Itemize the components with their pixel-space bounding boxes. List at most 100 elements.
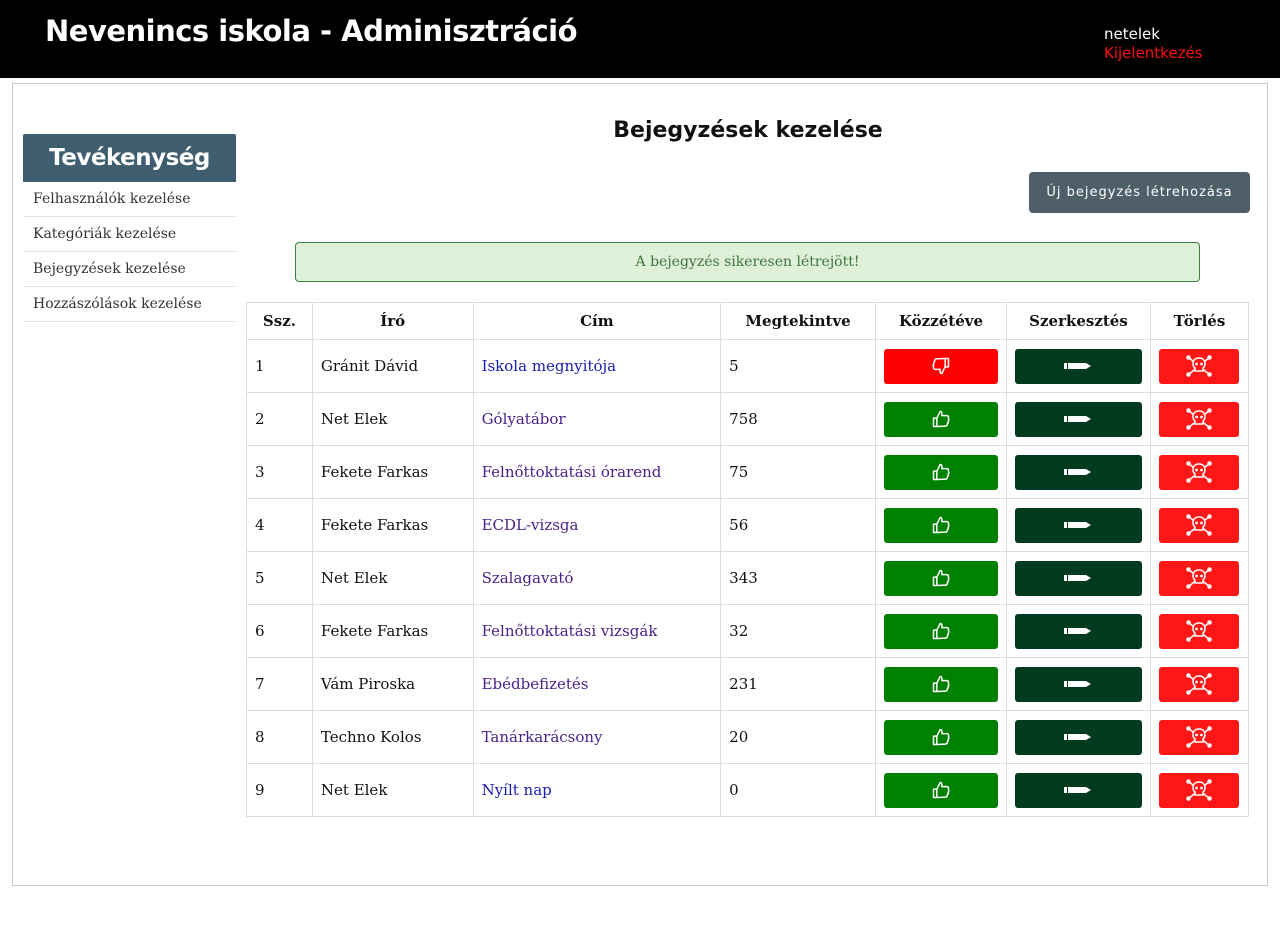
toggle-publish-button[interactable] — [883, 719, 998, 755]
edit-button[interactable] — [1014, 719, 1142, 755]
cell-published — [874, 551, 1007, 605]
pencil-icon — [1064, 785, 1092, 795]
cell-views: 32 — [720, 604, 876, 658]
col-header-author: Író — [311, 302, 474, 340]
cell-title: ECDL-vizsga — [472, 498, 722, 552]
cell-edit — [1005, 710, 1151, 764]
cell-author: Net Elek — [311, 392, 474, 446]
cell-author: Gránit Dávid — [311, 339, 474, 393]
toggle-publish-button[interactable] — [883, 772, 998, 808]
sidebar-item-posts[interactable]: Bejegyzések kezelése — [23, 252, 236, 287]
cell-title: Ebédbefizetés — [472, 657, 722, 711]
thumbs-up-icon — [931, 674, 951, 694]
cell-delete — [1149, 657, 1250, 711]
cell-views: 75 — [720, 445, 876, 499]
new-post-button[interactable]: Új bejegyzés létrehozása — [1029, 172, 1250, 213]
table-row: 4 Fekete Farkas ECDL-vizsga 56 — [246, 498, 1250, 552]
cell-delete — [1149, 763, 1250, 817]
cell-edit — [1005, 604, 1151, 658]
cell-title: Szalagavató — [472, 551, 722, 605]
delete-button[interactable] — [1159, 348, 1240, 384]
posts-table-body: 1 Gránit Dávid Iskola megnyitója 5 2 Net Elek… — [246, 339, 1250, 817]
table-row: 5 Net Elek Szalagavató 343 — [246, 551, 1250, 605]
sidebar-item-categories[interactable]: Kategóriák kezelése — [23, 217, 236, 252]
table-row: 7 Vám Piroska Ebédbefizetés 231 — [246, 657, 1250, 711]
thumbs-up-icon — [931, 515, 951, 535]
cell-author: Techno Kolos — [311, 710, 474, 764]
cell-delete — [1149, 339, 1250, 393]
edit-button[interactable] — [1014, 401, 1142, 437]
cell-num: 6 — [246, 604, 313, 658]
cell-published — [874, 392, 1007, 446]
sidebar-item-users[interactable]: Felhasználók kezelése — [23, 182, 236, 217]
cell-author: Net Elek — [311, 551, 474, 605]
post-title-link[interactable]: Iskola megnyitója — [482, 357, 617, 375]
edit-button[interactable] — [1014, 666, 1142, 702]
cell-delete — [1149, 604, 1250, 658]
edit-button[interactable] — [1014, 454, 1142, 490]
posts-table: Ssz. Író Cím Megtekintve Közzétéve Szerk… — [246, 302, 1250, 817]
col-header-title: Cím — [472, 302, 722, 340]
post-title-link[interactable]: ECDL-vizsga — [482, 516, 579, 534]
delete-button[interactable] — [1159, 719, 1240, 755]
edit-button[interactable] — [1014, 772, 1142, 808]
username: netelek — [1104, 25, 1160, 43]
cell-edit — [1005, 445, 1151, 499]
delete-button[interactable] — [1159, 666, 1240, 702]
sidebar-item-comments[interactable]: Hozzászólások kezelése — [23, 287, 236, 322]
post-title-link[interactable]: Felnőttoktatási vizsgák — [482, 622, 658, 640]
cell-title: Nyílt nap — [472, 763, 722, 817]
edit-button[interactable] — [1014, 613, 1142, 649]
toggle-publish-button[interactable] — [883, 613, 998, 649]
delete-button[interactable] — [1159, 560, 1240, 596]
toggle-publish-button[interactable] — [883, 454, 998, 490]
skull-crossbones-icon — [1186, 567, 1213, 589]
edit-button[interactable] — [1014, 560, 1142, 596]
thumbs-up-icon — [931, 621, 951, 641]
cell-published — [874, 657, 1007, 711]
logout-link[interactable]: Kijelentkezés — [1104, 44, 1202, 63]
delete-button[interactable] — [1159, 772, 1240, 808]
table-row: 9 Net Elek Nyílt nap 0 — [246, 763, 1250, 817]
post-title-link[interactable]: Tanárkarácsony — [482, 728, 603, 746]
pencil-icon — [1064, 679, 1092, 689]
delete-button[interactable] — [1159, 454, 1240, 490]
post-title-link[interactable]: Ebédbefizetés — [482, 675, 589, 693]
cell-title: Tanárkarácsony — [472, 710, 722, 764]
cell-views: 231 — [720, 657, 876, 711]
post-title-link[interactable]: Gólyatábor — [482, 410, 566, 428]
table-row: 8 Techno Kolos Tanárkarácsony 20 — [246, 710, 1250, 764]
cell-views: 343 — [720, 551, 876, 605]
post-title-link[interactable]: Felnőttoktatási órarend — [482, 463, 662, 481]
cell-num: 9 — [246, 763, 313, 817]
toggle-publish-button[interactable] — [883, 666, 998, 702]
success-alert: A bejegyzés sikeresen létrejött! — [295, 242, 1200, 282]
toggle-publish-button[interactable] — [883, 348, 998, 384]
post-title-link[interactable]: Nyílt nap — [482, 781, 552, 799]
thumbs-up-icon — [931, 727, 951, 747]
skull-crossbones-icon — [1186, 408, 1213, 430]
delete-button[interactable] — [1159, 613, 1240, 649]
toggle-publish-button[interactable] — [883, 401, 998, 437]
cell-author: Fekete Farkas — [311, 604, 474, 658]
post-title-link[interactable]: Szalagavató — [482, 569, 574, 587]
pencil-icon — [1064, 467, 1092, 477]
cell-edit — [1005, 763, 1151, 817]
cell-num: 5 — [246, 551, 313, 605]
cell-published — [874, 763, 1007, 817]
toggle-publish-button[interactable] — [883, 560, 998, 596]
delete-button[interactable] — [1159, 401, 1240, 437]
edit-button[interactable] — [1014, 507, 1142, 543]
site-title: Nevenincs iskola - Adminisztráció — [45, 14, 578, 48]
cell-num: 8 — [246, 710, 313, 764]
table-row: 6 Fekete Farkas Felnőttoktatási vizsgák 32 — [246, 604, 1250, 658]
thumbs-up-icon — [931, 409, 951, 429]
cell-num: 7 — [246, 657, 313, 711]
cell-views: 5 — [720, 339, 876, 393]
skull-crossbones-icon — [1186, 779, 1213, 801]
thumbs-down-icon — [931, 356, 951, 376]
edit-button[interactable] — [1014, 348, 1142, 384]
delete-button[interactable] — [1159, 507, 1240, 543]
toggle-publish-button[interactable] — [883, 507, 998, 543]
skull-crossbones-icon — [1186, 355, 1213, 377]
